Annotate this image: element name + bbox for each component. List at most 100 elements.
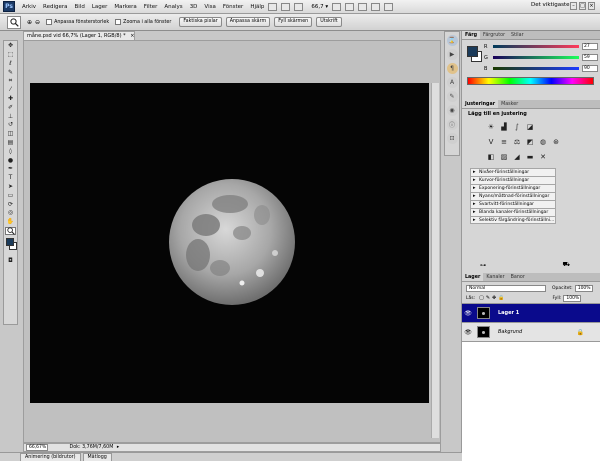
close-button[interactable]: × bbox=[588, 2, 595, 10]
pen-tool-icon[interactable]: ✒ bbox=[5, 165, 16, 173]
fill-field[interactable]: 100% bbox=[563, 294, 582, 302]
menu-filter[interactable]: Filter bbox=[144, 4, 158, 10]
preset-hue-saturation[interactable]: Nyans/mättnad-förinställningar bbox=[470, 192, 556, 200]
3d-rotate-tool-icon[interactable]: ⟳ bbox=[5, 200, 16, 208]
color-balance-icon[interactable]: ⚖ bbox=[512, 137, 522, 147]
bridge-button[interactable] bbox=[268, 2, 278, 11]
preset-curves[interactable]: Kurvor-förinställningar bbox=[470, 176, 556, 184]
layer-row-bakgrund[interactable]: 👁 Bakgrund 🔒 bbox=[462, 323, 600, 342]
print-size-button[interactable]: Utskrift bbox=[316, 17, 342, 27]
selective-color-icon[interactable]: ✕ bbox=[538, 152, 548, 162]
blue-slider[interactable] bbox=[493, 67, 579, 70]
eraser-tool-icon[interactable]: ◫ bbox=[5, 130, 16, 138]
preset-channel-mixer[interactable]: Blanda kanaler-förinställningar bbox=[470, 208, 556, 216]
marquee-tool-icon[interactable]: ⬚ bbox=[5, 51, 16, 59]
fit-screen-button[interactable]: Anpassa skärm bbox=[225, 17, 271, 27]
posterize-icon[interactable]: ▨ bbox=[499, 152, 509, 162]
healing-brush-tool-icon[interactable]: ✚ bbox=[5, 95, 16, 103]
hand-tool-icon[interactable]: ✋ bbox=[5, 218, 16, 226]
green-slider[interactable] bbox=[493, 56, 579, 59]
menu-lager[interactable]: Lager bbox=[92, 4, 108, 10]
curves-icon[interactable]: ∫ bbox=[512, 122, 522, 132]
vibrance-icon[interactable]: V bbox=[486, 137, 496, 147]
menu-hjalp[interactable]: Hjälp bbox=[250, 4, 264, 10]
tab-channels[interactable]: Kanaler bbox=[483, 273, 507, 281]
clone-source-panel-icon[interactable]: ◉ bbox=[446, 105, 458, 116]
tab-measurement-log[interactable]: Mätlogg bbox=[82, 453, 112, 461]
arrange-documents-button[interactable] bbox=[371, 2, 381, 11]
maximize-button[interactable]: □ bbox=[579, 2, 586, 10]
info-panel-icon[interactable]: ⓘ bbox=[446, 119, 458, 130]
gradient-tool-icon[interactable]: ▤ bbox=[5, 139, 16, 147]
blue-value-field[interactable]: 90 bbox=[582, 65, 598, 72]
zoom-in-icon[interactable]: ⊕ bbox=[27, 19, 32, 26]
lock-options-icon[interactable]: ▢✎✥🔒 bbox=[479, 295, 506, 301]
resize-windows-checkbox[interactable] bbox=[46, 19, 53, 25]
red-value-field[interactable]: 27 bbox=[582, 43, 598, 50]
move-tool-icon[interactable]: ✥ bbox=[5, 42, 16, 50]
tab-masks[interactable]: Masker bbox=[498, 100, 521, 108]
adjust-panel-menu-icon[interactable]: ⛟ bbox=[562, 261, 570, 269]
minimize-button[interactable]: – bbox=[570, 2, 577, 10]
black-white-icon[interactable]: ◩ bbox=[525, 137, 535, 147]
blend-mode-select[interactable]: Normal bbox=[466, 284, 546, 292]
opacity-field[interactable]: 100% bbox=[574, 284, 593, 292]
preset-levels[interactable]: Nivåer-förinställningar bbox=[470, 168, 556, 176]
foreground-color-swatch[interactable] bbox=[6, 237, 14, 246]
green-value-field[interactable]: 59 bbox=[582, 54, 598, 61]
workspace-switcher[interactable]: Det viktigaste ▾ bbox=[531, 2, 574, 8]
preset-selective-color[interactable]: Selektiv färgändring-förinställni... bbox=[470, 216, 556, 224]
preset-black-white[interactable]: Svartvitt-förinställningar bbox=[470, 200, 556, 208]
tab-animation[interactable]: Animering (bildrutor) bbox=[20, 453, 81, 461]
3d-orbit-tool-icon[interactable]: ◎ bbox=[5, 209, 16, 217]
character-panel-icon[interactable]: A bbox=[446, 77, 458, 88]
quick-mask-icon[interactable]: ◘ bbox=[5, 257, 16, 265]
tab-paths[interactable]: Banor bbox=[508, 273, 528, 281]
actual-pixels-button[interactable]: Faktiska pixlar bbox=[179, 17, 222, 27]
actions-panel-icon[interactable]: ▶ bbox=[446, 49, 458, 60]
zoom-tool-preset-picker[interactable] bbox=[7, 15, 21, 29]
gradient-map-icon[interactable]: ▬ bbox=[525, 152, 535, 162]
shape-tool-icon[interactable]: ▭ bbox=[5, 191, 16, 199]
visibility-eye-icon[interactable]: 👁 bbox=[464, 310, 472, 317]
screen-mode-button[interactable] bbox=[384, 2, 394, 11]
paragraph-panel-icon[interactable]: ¶ bbox=[446, 63, 458, 74]
mini-bridge-button[interactable] bbox=[281, 2, 291, 11]
clone-stamp-tool-icon[interactable]: ⊥ bbox=[5, 112, 16, 120]
tab-color[interactable]: Färg bbox=[462, 31, 481, 39]
menu-fonster[interactable]: Fönster bbox=[223, 4, 244, 10]
adjust-clip-icon[interactable]: ⊶ bbox=[480, 262, 486, 269]
navigator-panel-icon[interactable]: ⊡ bbox=[446, 133, 458, 144]
brush-tool-icon[interactable]: ✐ bbox=[5, 103, 16, 111]
visibility-eye-icon[interactable]: 👁 bbox=[464, 329, 472, 336]
invert-icon[interactable]: ◧ bbox=[486, 152, 496, 162]
levels-icon[interactable]: ▟ bbox=[499, 122, 509, 132]
channel-mixer-icon[interactable]: ⊛ bbox=[551, 137, 561, 147]
type-tool-icon[interactable]: T bbox=[5, 174, 16, 182]
status-menu-arrow[interactable]: ▸ bbox=[117, 445, 119, 450]
threshold-icon[interactable]: ◢ bbox=[512, 152, 522, 162]
close-tab-icon[interactable]: × bbox=[130, 33, 134, 39]
quick-select-tool-icon[interactable]: ✎ bbox=[5, 68, 16, 76]
menu-arkiv[interactable]: Arkiv bbox=[22, 4, 36, 10]
menu-analys[interactable]: Analys bbox=[164, 4, 182, 10]
zoom-tool-icon[interactable] bbox=[5, 226, 16, 235]
lasso-tool-icon[interactable]: ℓ bbox=[5, 59, 16, 67]
red-slider[interactable] bbox=[493, 45, 579, 48]
eyedropper-tool-icon[interactable]: ⁄ bbox=[5, 86, 16, 94]
zoom-tool-button[interactable] bbox=[345, 2, 355, 11]
view-extras-button[interactable] bbox=[294, 2, 304, 11]
brushes-panel-icon[interactable]: ✎ bbox=[446, 91, 458, 102]
brightness-contrast-icon[interactable]: ☀ bbox=[486, 122, 496, 132]
menu-markera[interactable]: Markera bbox=[114, 4, 136, 10]
zoom-all-windows-checkbox[interactable] bbox=[115, 19, 122, 25]
blur-tool-icon[interactable]: ◊ bbox=[5, 147, 16, 155]
fill-screen-button[interactable]: Fyll skärmen bbox=[274, 17, 313, 27]
color-spectrum-bar[interactable] bbox=[467, 77, 594, 85]
photo-filter-icon[interactable]: ◍ bbox=[538, 137, 548, 147]
zoom-percent-field[interactable]: 66,67% bbox=[26, 444, 48, 451]
tab-swatches[interactable]: Färgrutor bbox=[480, 31, 508, 39]
menu-redigera[interactable]: Redigera bbox=[43, 4, 67, 10]
hand-tool-button[interactable] bbox=[332, 2, 342, 11]
history-panel-icon[interactable]: ⌛ bbox=[446, 35, 458, 46]
